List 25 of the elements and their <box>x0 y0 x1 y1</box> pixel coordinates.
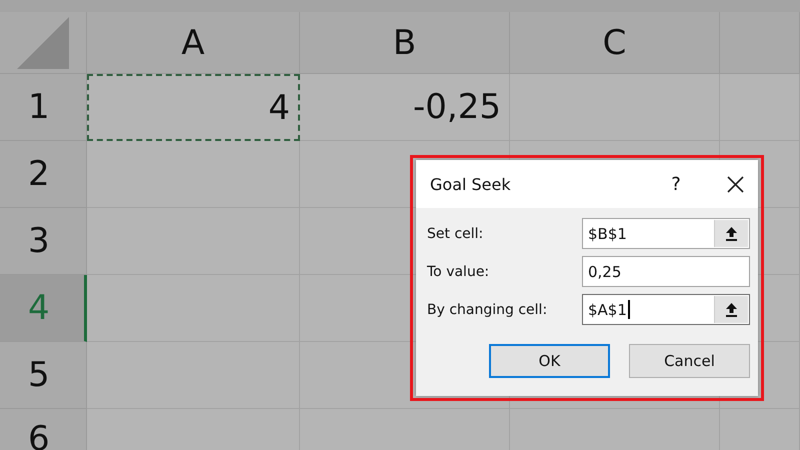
column-header[interactable]: B <box>300 12 510 74</box>
row-header[interactable]: 3 <box>0 208 87 275</box>
field-label: By changing cell: <box>427 302 548 318</box>
ok-button[interactable]: OK <box>489 344 610 378</box>
column-header[interactable]: C <box>510 12 720 74</box>
row-header[interactable]: 5 <box>0 342 87 409</box>
column-header[interactable]: A <box>87 12 300 74</box>
input-field[interactable]: $B$1 <box>582 218 750 249</box>
row-header[interactable]: 2 <box>0 141 87 208</box>
field-label: To value: <box>427 264 490 280</box>
row-header[interactable]: 1 <box>0 74 87 141</box>
upload-arrow-icon <box>725 302 738 317</box>
help-button[interactable]: ? <box>656 174 696 194</box>
row-header[interactable]: 6 <box>0 409 87 450</box>
table-cell: -0,25 <box>300 74 510 141</box>
collapse-button[interactable] <box>714 220 748 247</box>
input-field[interactable]: $A$1 <box>582 294 750 325</box>
upload-arrow-icon <box>725 226 738 241</box>
collapse-button[interactable] <box>714 296 748 323</box>
input-field[interactable]: 0,25 <box>582 256 750 287</box>
close-icon[interactable] <box>726 176 744 192</box>
table-cell: 4 <box>87 74 300 141</box>
dialog-title: Goal Seek <box>430 174 512 194</box>
cancel-button[interactable]: Cancel <box>629 344 750 378</box>
field-label: Set cell: <box>427 226 484 242</box>
